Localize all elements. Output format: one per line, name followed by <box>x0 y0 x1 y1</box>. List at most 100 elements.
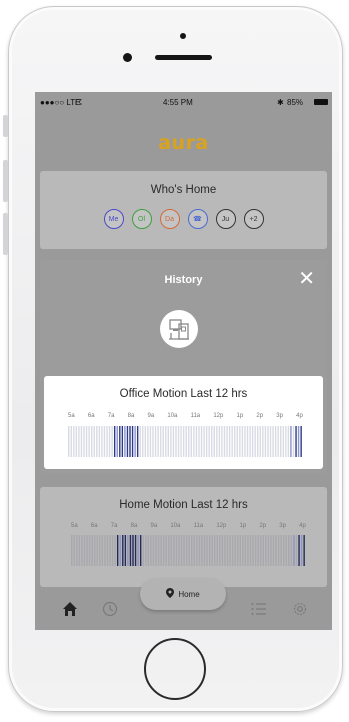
avatar-me[interactable]: Me <box>103 209 124 229</box>
battery-icon <box>314 99 328 105</box>
motion-bar <box>81 535 83 566</box>
motion-bar <box>88 535 91 566</box>
motion-bar <box>83 426 85 457</box>
motion-bar <box>70 426 72 457</box>
tab-bar: Home <box>35 578 332 630</box>
motion-bar <box>247 535 249 566</box>
home-location-button[interactable]: Home <box>140 578 226 610</box>
avatar-phone[interactable]: ☎ <box>187 209 208 229</box>
motion-bar <box>119 535 121 566</box>
motion-bar <box>249 426 251 457</box>
motion-bar <box>252 535 254 566</box>
motion-bar <box>275 535 277 566</box>
avatar-row: Me Ol Da ☎ Ju +2 <box>40 209 327 229</box>
motion-bar <box>160 535 162 566</box>
hour-label: 5a <box>68 413 75 419</box>
motion-bar <box>280 426 282 457</box>
motion-bar <box>157 426 159 457</box>
motion-bar <box>126 426 129 457</box>
motion-bar <box>270 535 272 566</box>
hour-label: 9a <box>147 413 155 419</box>
motion-bar <box>144 426 147 457</box>
motion-bar <box>203 426 205 457</box>
avatar-da[interactable]: Da <box>159 209 180 229</box>
motion-bar <box>285 426 287 457</box>
motion-bar <box>75 426 78 457</box>
motion-bar <box>88 426 90 457</box>
hour-label: 12p <box>213 413 224 419</box>
hour-label: 1p <box>239 523 247 529</box>
motion-bar <box>244 426 246 457</box>
hour-label: 3p <box>279 523 286 529</box>
motion-bar <box>114 535 116 566</box>
avatar-more[interactable]: +2 <box>243 209 264 229</box>
motion-bar <box>216 535 218 566</box>
history-modal: History ✕ Office Motion Last 12 hrs 5a 6a… <box>40 260 327 473</box>
motion-bar <box>234 426 236 457</box>
motion-bar <box>221 426 223 457</box>
motion-bar <box>218 426 221 457</box>
avatar-ol[interactable]: Ol <box>131 209 152 229</box>
motion-bar <box>292 426 295 457</box>
motion-bar <box>106 535 109 566</box>
motion-bar <box>86 535 88 566</box>
hour-label: 7a <box>110 523 118 529</box>
motion-bar <box>188 426 190 457</box>
motion-bar <box>285 535 287 566</box>
motion-bar <box>213 426 215 457</box>
motion-bar <box>103 426 106 457</box>
motion-bar <box>198 535 201 566</box>
history-icon[interactable] <box>101 600 119 618</box>
motion-bar <box>182 426 185 457</box>
avatar-ju[interactable]: Ju <box>215 209 236 229</box>
motion-bar <box>190 426 193 457</box>
motion-bar <box>113 426 116 457</box>
motion-bar <box>109 535 111 566</box>
volume-up-button <box>3 160 8 202</box>
motion-bar <box>173 535 175 566</box>
motion-bar <box>290 426 292 457</box>
motion-bar <box>119 426 121 457</box>
motion-bar <box>124 426 126 457</box>
motion-bar <box>267 535 270 566</box>
hour-label: 2p <box>259 523 267 529</box>
home-motion-bars <box>71 535 306 566</box>
motion-bar <box>295 535 298 566</box>
motion-bar <box>134 535 137 566</box>
motion-bar <box>172 426 175 457</box>
motion-bar <box>277 535 280 566</box>
hour-label: 8a <box>127 413 135 419</box>
phone-home-button[interactable] <box>144 638 206 700</box>
motion-bar <box>149 426 152 457</box>
motion-bar <box>274 426 277 457</box>
motion-bar <box>200 426 203 457</box>
motion-bar <box>162 426 164 457</box>
motion-bar <box>183 535 185 566</box>
motion-bar <box>267 426 269 457</box>
motion-bar <box>150 535 152 566</box>
motion-bar <box>162 535 165 566</box>
list-icon[interactable] <box>250 600 268 618</box>
motion-bar <box>85 426 88 457</box>
motion-bar <box>244 535 247 566</box>
motion-bar <box>185 535 188 566</box>
motion-bar <box>170 426 172 457</box>
gear-icon[interactable] <box>291 600 309 618</box>
motion-bar <box>106 426 108 457</box>
motion-bar <box>165 426 167 457</box>
aura-logo: aura <box>158 132 209 154</box>
motion-bar <box>127 535 129 566</box>
motion-bar <box>226 426 228 457</box>
close-icon[interactable]: ✕ <box>298 269 315 289</box>
home-icon[interactable] <box>61 600 79 618</box>
motion-bar <box>239 535 241 566</box>
motion-bar <box>277 426 279 457</box>
motion-bar <box>154 426 157 457</box>
home-pill-label: Home <box>178 589 200 599</box>
motion-bar <box>73 426 75 457</box>
motion-bar <box>282 426 284 457</box>
motion-bar <box>280 535 282 566</box>
motion-bar <box>76 535 78 566</box>
front-camera <box>123 53 132 62</box>
motion-bar <box>262 535 264 566</box>
